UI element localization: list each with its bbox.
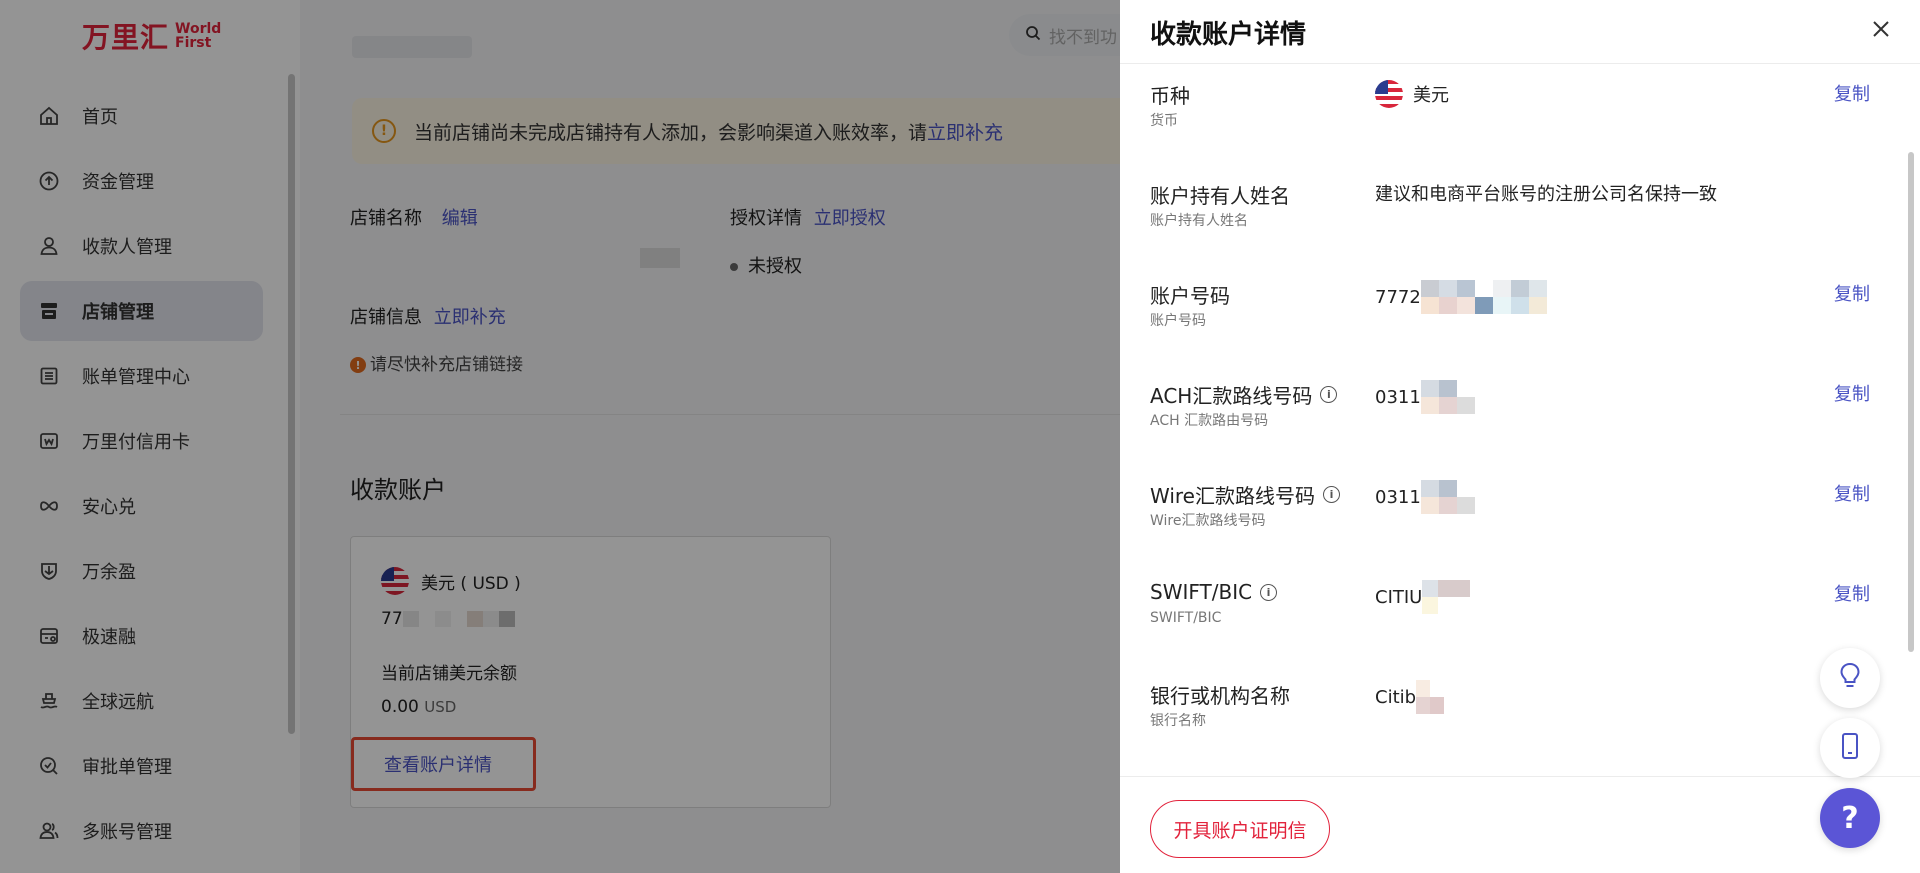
field-value-text: 建议和电商平台账号的注册公司名保持一致 — [1375, 184, 1717, 205]
field-value: 0311 — [1375, 380, 1475, 414]
mobile-app-button[interactable] — [1820, 718, 1880, 778]
field-label-text: Wire汇款路线号码 — [1150, 484, 1315, 508]
copy-button[interactable]: 复制 — [1834, 580, 1870, 606]
drawer-footer: 开具账户证明信 — [1120, 776, 1920, 873]
field-sub: 账户持有人姓名 — [1150, 213, 1248, 229]
field-label-text: 账户号码 — [1150, 284, 1230, 308]
field-label-text: ACH汇款路线号码 — [1150, 384, 1313, 408]
masked-value — [1420, 480, 1475, 514]
lightbulb-icon — [1838, 662, 1862, 694]
drawer-title: 收款账户详情 — [1150, 20, 1307, 50]
field-sub: ACH 汇款路由号码 — [1150, 413, 1269, 429]
info-icon[interactable]: i — [1320, 386, 1338, 403]
modal-backdrop[interactable] — [0, 0, 1120, 873]
field-sub: 银行名称 — [1150, 713, 1206, 729]
field-holder-name: 账户持有人姓名 账户持有人姓名 建议和电商平台账号的注册公司名保持一致 — [1150, 180, 1870, 260]
field-bank-name: 银行或机构名称 银行名称 Citib — [1150, 680, 1870, 760]
field-label: 币种 — [1150, 80, 1190, 109]
field-wire-routing: Wire汇款路线号码 i Wire汇款路线号码 0311 复制 — [1150, 480, 1870, 560]
lightbulb-button[interactable] — [1820, 648, 1880, 708]
field-sub: SWIFT/BIC — [1150, 610, 1222, 626]
drawer-header: 收款账户详情 — [1120, 0, 1920, 64]
field-value: CITIU — [1375, 580, 1471, 614]
masked-value — [1416, 680, 1445, 714]
field-label: ACH汇款路线号码 i — [1150, 380, 1338, 409]
app-root: 万里汇 World First 首页 资金管理 收款人管理 店铺管理 账单管理中… — [0, 0, 1920, 873]
field-label: SWIFT/BIC i — [1150, 580, 1278, 604]
field-value-text: CITIU — [1375, 586, 1423, 608]
mobile-phone-icon — [1840, 732, 1860, 764]
field-account-number: 账户号码 账户号码 7772 复制 — [1150, 280, 1870, 360]
masked-value — [1420, 280, 1547, 314]
copy-button[interactable]: 复制 — [1834, 280, 1870, 306]
info-icon[interactable]: i — [1260, 583, 1278, 601]
info-icon[interactable]: i — [1322, 486, 1340, 503]
field-sub: 货币 — [1150, 113, 1178, 129]
field-sub: Wire汇款路线号码 — [1150, 513, 1266, 529]
help-button[interactable]: ? — [1820, 788, 1880, 848]
masked-value — [1420, 380, 1475, 414]
field-value-text: Citib — [1375, 686, 1417, 708]
field-value-text: 0311 — [1375, 486, 1421, 508]
field-sub: 账户号码 — [1150, 313, 1206, 329]
field-value: 7772 — [1375, 280, 1547, 314]
field-swift: SWIFT/BIC i SWIFT/BIC CITIU 复制 — [1150, 580, 1870, 660]
field-value-text: 7772 — [1375, 286, 1421, 308]
field-value: 0311 — [1375, 480, 1475, 514]
us-flag-icon — [1375, 80, 1403, 108]
field-label-text: 银行或机构名称 — [1150, 684, 1290, 708]
field-label: 账户号码 — [1150, 280, 1230, 309]
field-value: Citib — [1375, 680, 1445, 714]
field-label-text: 币种 — [1150, 84, 1190, 108]
field-label-text: SWIFT/BIC — [1150, 580, 1253, 604]
field-value: 建议和电商平台账号的注册公司名保持一致 — [1375, 180, 1717, 206]
field-label: 账户持有人姓名 — [1150, 180, 1290, 209]
field-value: 美元 — [1375, 80, 1449, 108]
field-label: Wire汇款路线号码 i — [1150, 480, 1340, 509]
field-value-text: 美元 — [1413, 85, 1449, 106]
issue-account-certificate-button[interactable]: 开具账户证明信 — [1150, 800, 1330, 858]
field-label: 银行或机构名称 — [1150, 680, 1290, 709]
copy-button[interactable]: 复制 — [1834, 480, 1870, 506]
close-icon[interactable] — [1866, 14, 1896, 44]
drawer-scrollbar[interactable] — [1908, 152, 1914, 652]
copy-button[interactable]: 复制 — [1834, 380, 1870, 406]
copy-button[interactable]: 复制 — [1834, 80, 1870, 106]
masked-value — [1422, 580, 1471, 614]
field-label-text: 账户持有人姓名 — [1150, 184, 1290, 208]
question-mark-icon: ? — [1841, 800, 1859, 836]
field-currency: 币种 货币 美元 复制 — [1150, 80, 1870, 160]
account-details-drawer: 收款账户详情 币种 货币 美元 复制 账户持有人姓名 账户持有人姓名 建议和电商… — [1120, 0, 1920, 873]
field-value-text: 0311 — [1375, 386, 1421, 408]
field-ach-routing: ACH汇款路线号码 i ACH 汇款路由号码 0311 复制 — [1150, 380, 1870, 460]
